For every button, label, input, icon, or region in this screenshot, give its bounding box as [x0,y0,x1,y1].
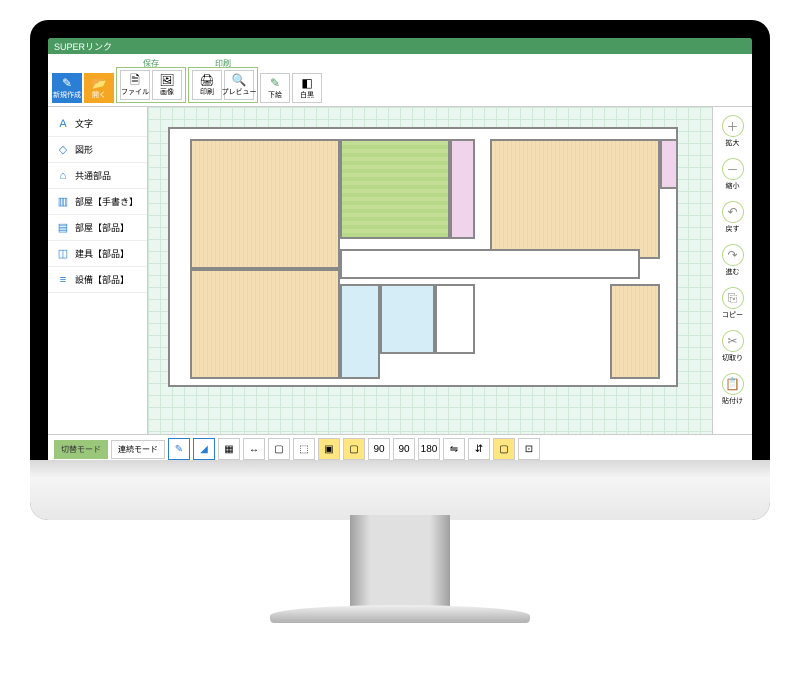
left-sidebar: A文字 ◇図形 ⌂共通部品 ▥部屋【手書き】 ▤部屋【部品】 ◫建具【部品】 ≡… [48,107,148,434]
open-button[interactable]: 📂 開く [84,73,114,103]
print-icon: 🖨 [199,74,214,86]
mode-toggle-button[interactable]: 切替モード [54,440,108,459]
zoom-out-button[interactable]: －縮小 [720,156,746,193]
bottom-toolbar: 切替モード 連続モード ✎ ◢ ▦ ↔ ▢ ⬚ ▣ ▢ 90 90 180 ⇋ … [48,434,752,463]
flip-v-tool[interactable]: ⇵ [468,438,490,460]
imac-chin [30,460,770,520]
highlight-tool[interactable]: ▢ [493,438,515,460]
paste-button[interactable]: 📋貼付け [720,371,746,408]
room-hand-icon: ▥ [56,195,70,208]
right-sidebar: ＋拡大 －縮小 ↶戻す ↷進む ⎘コピー ✂切取り 📋貼付け [712,107,752,434]
imac-stand-neck [350,515,450,615]
fixture-icon: ◫ [56,247,70,260]
room-washroom[interactable] [340,284,380,379]
title-bar: SUPERリンク [48,38,752,54]
room-entrance[interactable] [610,284,660,379]
canvas[interactable] [148,107,712,434]
image-icon: 🖼 [159,74,174,86]
room-closet-2[interactable] [660,139,678,189]
undo-icon: ↶ [722,201,744,223]
new-label: 新規作成 [53,90,81,100]
rotate-90b-button[interactable]: 90 [393,438,415,460]
rotate-180-button[interactable]: 180 [418,438,440,460]
paste-icon: 📋 [722,373,744,395]
floor-plan[interactable] [168,127,678,387]
bw-button[interactable]: ◧ 白黒 [292,73,322,103]
flip-h-tool[interactable]: ⇋ [443,438,465,460]
width-tool[interactable]: ↔ [243,438,265,460]
select-tool[interactable]: ▢ [268,438,290,460]
save-group: 保存 🗎 ファイル 🖼 画像 [116,67,186,103]
crop-tool[interactable]: ⬚ [293,438,315,460]
open-label: 開く [92,90,106,100]
pencil-tool[interactable]: ✎ [168,438,190,460]
cut-button[interactable]: ✂切取り [720,328,746,365]
room-closet-1[interactable] [450,139,475,239]
new-icon: ✎ [62,77,72,89]
undo-button[interactable]: ↶戻す [720,199,746,236]
grid-tool[interactable]: ▦ [218,438,240,460]
room-living[interactable] [190,269,340,379]
text-icon: A [56,118,70,130]
sidebar-item-equipment[interactable]: ≡設備【部品】 [48,267,147,293]
zoom-in-button[interactable]: ＋拡大 [720,113,746,150]
preview-icon: 🔍 [232,74,247,86]
room-part-icon: ▤ [56,221,70,234]
sidebar-item-shape[interactable]: ◇図形 [48,137,147,163]
bw-icon: ◧ [301,77,312,89]
imac-stand-base [270,605,530,623]
redo-icon: ↷ [722,244,744,266]
print-button[interactable]: 🖨 印刷 [192,70,222,100]
print-group-label: 印刷 [215,58,231,69]
file-icon: 🗎 [130,74,140,86]
measure-tool[interactable]: ⊡ [518,438,540,460]
print-group: 印刷 🖨 印刷 🔍 プレビュー [188,67,258,103]
equipment-icon: ≡ [56,274,70,286]
draft-button[interactable]: ✎ 下絵 [260,73,290,103]
sidebar-item-room-part[interactable]: ▤部屋【部品】 [48,215,147,241]
new-button[interactable]: ✎ 新規作成 [52,73,82,103]
mode-continuous-button[interactable]: 連続モード [111,440,165,459]
copy-icon: ⎘ [722,287,744,309]
save-image-button[interactable]: 🖼 画像 [152,70,182,100]
copy-button[interactable]: ⎘コピー [720,285,746,322]
redo-button[interactable]: ↷進む [720,242,746,279]
room-bath[interactable] [380,284,435,354]
minus-icon: － [722,158,744,180]
room-tatami[interactable] [340,139,450,239]
room-bedroom-left[interactable] [190,139,340,269]
app-window: SUPERリンク ✎ 新規作成 📂 開く 保存 🗎 ファイル [48,38,752,463]
sidebar-item-common[interactable]: ⌂共通部品 [48,163,147,189]
app-title: SUPERリンク [54,40,112,53]
imac-frame: SUPERリンク ✎ 新規作成 📂 開く 保存 🗎 ファイル [30,20,770,520]
sidebar-item-text[interactable]: A文字 [48,111,147,137]
back-tool[interactable]: ▢ [343,438,365,460]
sidebar-item-fixture[interactable]: ◫建具【部品】 [48,241,147,267]
cut-icon: ✂ [722,330,744,352]
preview-button[interactable]: 🔍 プレビュー [224,70,254,100]
rotate-90a-button[interactable]: 90 [368,438,390,460]
screen: SUPERリンク ✎ 新規作成 📂 開く 保存 🗎 ファイル [48,38,752,463]
front-tool[interactable]: ▣ [318,438,340,460]
top-toolbar: ✎ 新規作成 📂 開く 保存 🗎 ファイル 🖼 画像 [48,54,752,107]
save-group-label: 保存 [143,58,159,69]
save-file-button[interactable]: 🗎 ファイル [120,70,150,100]
main-area: A文字 ◇図形 ⌂共通部品 ▥部屋【手書き】 ▤部屋【部品】 ◫建具【部品】 ≡… [48,107,752,434]
room-hallway[interactable] [340,249,640,279]
eraser-tool[interactable]: ◢ [193,438,215,460]
room-bedroom-right[interactable] [490,139,660,259]
room-toilet[interactable] [435,284,475,354]
house-icon: ⌂ [56,170,70,182]
open-icon: 📂 [92,77,107,89]
plus-icon: ＋ [722,115,744,137]
shape-icon: ◇ [56,143,70,156]
sidebar-item-room-hand[interactable]: ▥部屋【手書き】 [48,189,147,215]
draft-icon: ✎ [270,77,280,89]
